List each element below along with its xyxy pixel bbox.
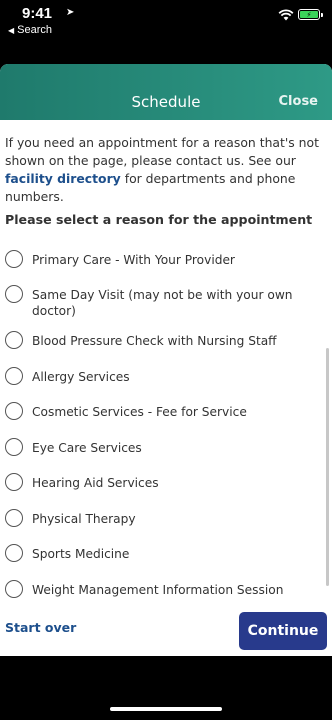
- clock-time: 9:41: [22, 5, 53, 22]
- back-triangle-icon: ◀: [8, 26, 15, 35]
- back-to-search-link[interactable]: ◀ Search: [8, 24, 52, 36]
- back-label: Search: [17, 24, 53, 36]
- status-bar: 9:41 ➤ ◀ Search ⚡: [0, 0, 332, 40]
- option-label: Same Day Visit (may not be with your own…: [32, 288, 293, 318]
- facility-directory-link[interactable]: facility directory: [5, 171, 121, 186]
- start-over-link[interactable]: Start over: [5, 620, 76, 635]
- scrollbar[interactable]: [326, 348, 329, 586]
- sheet-header: Schedule Close: [0, 64, 332, 120]
- option-label: Blood Pressure Check with Nursing Staff: [32, 334, 277, 348]
- intro-text-before: If you need an appointment for a reason …: [5, 135, 319, 168]
- radio-button[interactable]: [5, 580, 23, 598]
- option-label: Sports Medicine: [32, 547, 130, 561]
- home-indicator[interactable]: [110, 707, 222, 711]
- option-label: Hearing Aid Services: [32, 476, 159, 490]
- radio-button[interactable]: [5, 367, 23, 385]
- option-label: Physical Therapy: [32, 512, 136, 526]
- location-arrow-icon: ➤: [66, 7, 75, 18]
- radio-button[interactable]: [5, 473, 23, 491]
- radio-button[interactable]: [5, 250, 23, 268]
- option-label: Cosmetic Services - Fee for Service: [32, 405, 247, 419]
- radio-button[interactable]: [5, 509, 23, 527]
- battery-nub: [321, 13, 323, 17]
- radio-button[interactable]: [5, 438, 23, 456]
- option-label: Primary Care - With Your Provider: [32, 253, 235, 267]
- continue-button[interactable]: Continue: [239, 612, 327, 650]
- radio-button[interactable]: [5, 402, 23, 420]
- schedule-sheet: Schedule Close If you need an appointmen…: [0, 64, 332, 656]
- close-button[interactable]: Close: [279, 94, 318, 109]
- radio-button[interactable]: [5, 544, 23, 562]
- intro-text: If you need an appointment for a reason …: [5, 134, 323, 206]
- wifi-icon: [278, 9, 294, 21]
- option-label: Eye Care Services: [32, 441, 142, 455]
- radio-button[interactable]: [5, 285, 23, 303]
- battery-charging-fill: ⚡: [300, 11, 318, 19]
- battery-icon: ⚡: [298, 9, 320, 20]
- reason-prompt: Please select a reason for the appointme…: [5, 212, 313, 227]
- option-label: Weight Management Information Session: [32, 583, 284, 597]
- radio-button[interactable]: [5, 331, 23, 349]
- option-label: Allergy Services: [32, 370, 130, 384]
